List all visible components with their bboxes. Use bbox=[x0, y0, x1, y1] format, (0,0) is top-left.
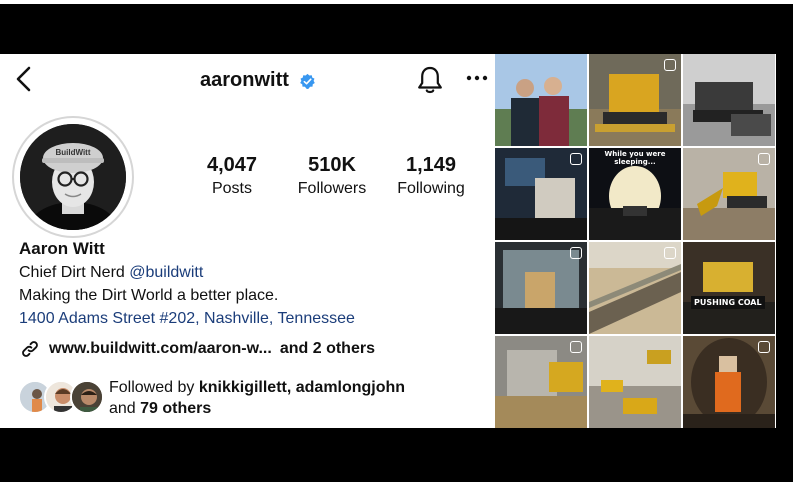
post-thumbnail[interactable] bbox=[495, 148, 587, 240]
followed-by-others: 79 others bbox=[140, 400, 212, 417]
svg-text:BuildWitt: BuildWitt bbox=[55, 148, 90, 157]
followers-label: Followers bbox=[297, 180, 367, 197]
posts-stat[interactable]: 4,047 Posts bbox=[187, 154, 277, 198]
profile-display-name: Aaron Witt bbox=[19, 239, 105, 258]
verified-badge-icon bbox=[300, 73, 315, 89]
followed-by-text[interactable]: Followed by knikkigillett, adamlongjohn … bbox=[109, 377, 405, 419]
reel-icon bbox=[758, 341, 770, 353]
chevron-left-icon bbox=[16, 66, 31, 92]
post-thumbnail[interactable] bbox=[683, 54, 775, 146]
posts-label: Posts bbox=[211, 180, 252, 197]
address-link[interactable]: 1400 Adams Street #202, Nashville, Tenne… bbox=[19, 310, 355, 328]
bio-mention-link[interactable]: @buildwitt bbox=[129, 264, 203, 281]
post-thumbnail[interactable] bbox=[495, 336, 587, 428]
reel-icon bbox=[758, 153, 770, 165]
post-thumbnail[interactable] bbox=[495, 242, 587, 334]
posts-grid: While you were sleeping... PUSHING COAL bbox=[494, 54, 776, 428]
bio-line-1: Chief Dirt Nerd @buildwitt bbox=[19, 264, 203, 282]
bio-line-2: Making the Dirt World a better place. bbox=[19, 287, 279, 304]
profile-links[interactable]: www.buildwitt.com/aaron-w... and 2 other… bbox=[19, 338, 375, 360]
post-thumbnail[interactable] bbox=[683, 148, 775, 240]
reel-icon bbox=[664, 59, 676, 71]
avatar-photo: BuildWitt bbox=[20, 124, 126, 230]
post-thumbnail[interactable] bbox=[589, 242, 681, 334]
notifications-button[interactable] bbox=[416, 64, 444, 96]
post-thumbnail[interactable]: While you were sleeping... bbox=[589, 148, 681, 240]
profile-avatar[interactable]: BuildWitt bbox=[20, 124, 126, 230]
reel-icon bbox=[570, 247, 582, 259]
bell-icon bbox=[418, 66, 442, 94]
following-label: Following bbox=[397, 180, 465, 197]
post-caption: While you were sleeping... bbox=[604, 150, 666, 166]
more-horizontal-icon bbox=[466, 75, 488, 81]
reel-icon bbox=[570, 341, 582, 353]
post-thumbnail[interactable] bbox=[495, 54, 587, 146]
website-link[interactable]: www.buildwitt.com/aaron-w... bbox=[49, 340, 272, 358]
more-options-button[interactable] bbox=[466, 68, 488, 88]
bio-title: Chief Dirt Nerd bbox=[19, 264, 130, 281]
right-border bbox=[776, 4, 793, 482]
followed-by-prefix: Followed by bbox=[109, 379, 199, 396]
following-stat[interactable]: 1,149 Following bbox=[386, 154, 476, 198]
mutual-avatar bbox=[70, 380, 104, 414]
followed-by-names: knikkigillett, adamlongjohn bbox=[198, 379, 406, 396]
reel-icon bbox=[570, 153, 582, 165]
post-thumbnail[interactable] bbox=[589, 54, 681, 146]
followers-stat[interactable]: 510K Followers bbox=[287, 154, 377, 198]
back-button[interactable] bbox=[12, 64, 38, 94]
post-thumbnail[interactable]: PUSHING COAL bbox=[683, 242, 775, 334]
post-thumbnail[interactable] bbox=[683, 336, 775, 428]
link-icon bbox=[22, 341, 38, 357]
followed-by-and: and bbox=[109, 400, 141, 417]
profile-panel: aaronwitt BuildWitt 4,047 Posts 510K Fol… bbox=[0, 54, 494, 428]
post-caption: PUSHING COAL bbox=[691, 296, 765, 309]
reel-icon bbox=[664, 247, 676, 259]
more-links[interactable]: and 2 others bbox=[280, 340, 375, 358]
post-thumbnail[interactable] bbox=[589, 336, 681, 428]
posts-count: 4,047 bbox=[206, 154, 258, 176]
followers-count: 510K bbox=[308, 154, 356, 176]
top-divider bbox=[0, 0, 793, 4]
profile-username: aaronwitt bbox=[200, 69, 289, 91]
following-count: 1,149 bbox=[405, 154, 457, 176]
